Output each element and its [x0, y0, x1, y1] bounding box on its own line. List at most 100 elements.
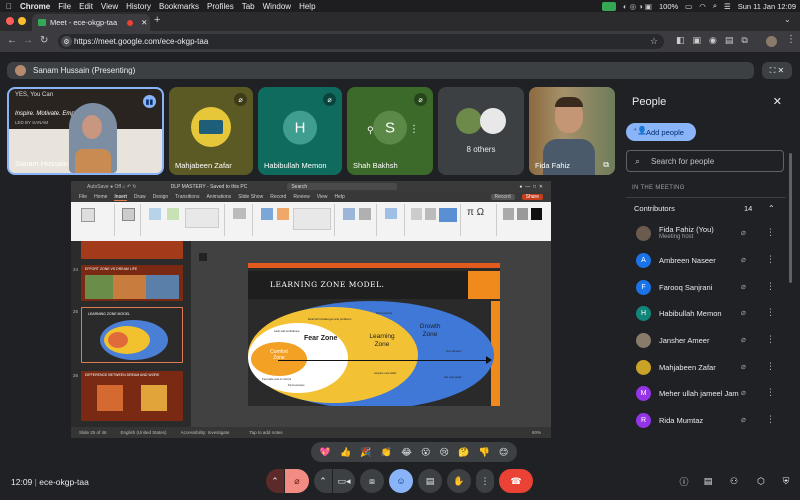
- browser-menu-icon[interactable]: ⋮: [786, 34, 796, 45]
- participant-tile-habibullah[interactable]: H ⌀ Habibullah Memon: [258, 87, 342, 175]
- more-options-icon[interactable]: ⋮: [409, 124, 419, 135]
- current-slide[interactable]: LEARNING ZONE MODEL. Comfort Zone Fear Z…: [248, 263, 500, 406]
- leave-call-button[interactable]: ☎: [499, 469, 533, 493]
- menu-view[interactable]: View: [101, 2, 118, 11]
- notes-hint[interactable]: Tap to add notes: [249, 430, 282, 435]
- menu-bookmarks[interactable]: Bookmarks: [159, 2, 199, 11]
- search-people-input[interactable]: ⌕ Search for people: [626, 150, 784, 172]
- profile-avatar[interactable]: [766, 36, 777, 47]
- ribbon-group-tables[interactable]: [117, 204, 141, 236]
- more-options-button[interactable]: ⋮: [476, 469, 494, 493]
- more-options-icon[interactable]: ⋮: [766, 227, 775, 238]
- thumbnail-26[interactable]: DIFFERENCE BETWEEN DREAM AND WORK: [81, 371, 183, 421]
- thumbnail-25-selected[interactable]: LEARNING ZONE MODEL: [81, 307, 183, 363]
- more-options-icon[interactable]: ⋮: [766, 307, 775, 318]
- thumbnail-24[interactable]: EFFORT ZONE VS DREAM LIFE: [81, 265, 183, 301]
- reaction-clap-icon[interactable]: 👏: [381, 447, 392, 457]
- ppt-menu-slideshow[interactable]: Slide Show: [238, 194, 263, 200]
- ribbon-group-images[interactable]: [143, 204, 225, 236]
- captions-button[interactable]: ▤: [418, 469, 442, 493]
- new-tab-button[interactable]: +: [154, 14, 160, 26]
- reactions-button[interactable]: ☺: [389, 469, 413, 493]
- ppt-menu-transitions[interactable]: Transitions: [175, 194, 199, 200]
- thumbnail-prev[interactable]: [81, 241, 183, 259]
- participant-tile-mahjabeen[interactable]: ⌀ Mahjabeen Zafar: [169, 87, 253, 175]
- ppt-menu-insert[interactable]: Insert: [114, 194, 127, 201]
- more-options-icon[interactable]: ⋮: [766, 414, 775, 425]
- reaction-thumbs-down-icon[interactable]: 👎: [479, 447, 490, 457]
- ribbon-group-text[interactable]: [407, 204, 461, 236]
- tab-close-icon[interactable]: ✕: [141, 18, 147, 27]
- ppt-record-button[interactable]: Record: [490, 194, 515, 200]
- participant-row[interactable]: Jansher Ameer ⌀ ⋮: [636, 328, 786, 354]
- participant-row[interactable]: A Ambreen Naseer ⌀ ⋮: [636, 248, 786, 274]
- reaction-surprised-icon[interactable]: 😮: [421, 447, 430, 457]
- apple-icon[interactable]: : [6, 2, 12, 11]
- ppt-menu-review[interactable]: Review: [293, 194, 309, 200]
- window-close-button[interactable]: [6, 17, 14, 25]
- ppt-menu-draw[interactable]: Draw: [134, 194, 146, 200]
- layout-toggle-icon[interactable]: ⛶ ✕: [762, 62, 792, 79]
- ribbon-group-media[interactable]: [499, 204, 545, 236]
- people-button[interactable]: ⚇: [724, 469, 744, 493]
- present-button[interactable]: ⧈: [360, 469, 384, 493]
- more-options-icon[interactable]: ⋮: [766, 281, 775, 292]
- others-tile[interactable]: 8 others: [438, 87, 524, 175]
- ribbon-group-comments[interactable]: [379, 204, 405, 236]
- ppt-menu-help[interactable]: Help: [334, 194, 344, 200]
- participant-tile-sanam[interactable]: YES, You Can Inspire. Motivate. Empower …: [7, 87, 164, 175]
- zoom-level[interactable]: 60%: [532, 430, 541, 435]
- accessibility-status[interactable]: Accessibility: Investigate: [181, 430, 230, 435]
- site-info-icon[interactable]: ⚙: [61, 36, 72, 47]
- ribbon-group-camera[interactable]: [227, 204, 253, 236]
- participant-tile-fida[interactable]: ⧉ Fida Fahiz: [529, 87, 615, 175]
- participant-tile-shah[interactable]: S ⚲ ⋮ ⌀ Shah Bakhsh: [347, 87, 433, 175]
- menu-history[interactable]: History: [126, 2, 151, 11]
- menubar-clock[interactable]: Sun 11 Jan 12:09: [738, 2, 796, 11]
- ribbon-group-illustrations[interactable]: [255, 204, 335, 236]
- raise-hand-button[interactable]: ✋: [447, 469, 471, 493]
- meeting-details-button[interactable]: ⓘ: [674, 469, 694, 493]
- address-bar[interactable]: ⚙ https://meet.google.com/ece-okgp-taa ☆: [58, 34, 664, 49]
- self-view-icon[interactable]: ⧉: [603, 160, 609, 170]
- participant-row[interactable]: R Rida Mumtaz ⌀ ⋮: [636, 408, 786, 434]
- ribbon-group-symbols[interactable]: π Ω: [463, 204, 497, 236]
- menu-tab[interactable]: Tab: [242, 2, 255, 11]
- contributors-header[interactable]: Contributors 14 ⌃: [626, 197, 786, 219]
- reaction-heart-icon[interactable]: 💖: [320, 447, 331, 457]
- shared-screen[interactable]: AutoSave ● Off ⌂ ↶ ↻ DLP MASTERY - Saved…: [71, 181, 551, 438]
- window-minimize-button[interactable]: [18, 17, 26, 25]
- ribbon-group-links[interactable]: [337, 204, 377, 236]
- more-options-icon[interactable]: ⋮: [766, 334, 775, 345]
- menu-edit[interactable]: Edit: [79, 2, 93, 11]
- slide-editor[interactable]: LEARNING ZONE MODEL. Comfort Zone Fear Z…: [191, 241, 551, 427]
- ppt-menu-record[interactable]: Record: [270, 194, 286, 200]
- pin-icon[interactable]: ⚲: [367, 125, 374, 136]
- chevron-up-icon[interactable]: ⌃: [768, 204, 775, 213]
- more-options-icon[interactable]: ⋮: [766, 254, 775, 265]
- ppt-menu-animations[interactable]: Animations: [206, 194, 231, 200]
- reaction-sad-icon[interactable]: 😢: [440, 447, 449, 457]
- ppt-share-button[interactable]: Share: [521, 194, 543, 200]
- reaction-skin-tone-icon[interactable]: 😊: [499, 447, 508, 457]
- ribbon-group-slides[interactable]: [75, 204, 115, 236]
- ppt-menu-home[interactable]: Home: [94, 194, 107, 200]
- back-icon[interactable]: ←: [7, 35, 17, 46]
- menu-chrome[interactable]: Chrome: [20, 2, 50, 11]
- menu-file[interactable]: File: [58, 2, 71, 11]
- control-center-icon[interactable]: ☰: [724, 2, 731, 11]
- reaction-party-icon[interactable]: 🎉: [360, 447, 371, 457]
- participant-row[interactable]: M Meher ullah jameel Jam... ⌀ ⋮: [636, 381, 786, 407]
- more-options-icon[interactable]: ⋮: [766, 387, 775, 398]
- host-controls-button[interactable]: ⛨: [776, 469, 796, 493]
- activities-button[interactable]: ⬡: [751, 469, 771, 493]
- reload-icon[interactable]: ↻: [40, 35, 48, 46]
- add-people-button[interactable]: ⁺👤 Add people: [626, 123, 696, 141]
- participant-row[interactable]: F Farooq Sanjrani ⌀ ⋮: [636, 275, 786, 301]
- audio-options-button[interactable]: ⌃: [266, 469, 284, 493]
- ppt-menu-design[interactable]: Design: [153, 194, 169, 200]
- mic-toggle-button[interactable]: ⌀: [285, 469, 309, 493]
- wifi-icon[interactable]: ◠: [699, 2, 706, 11]
- extension-icons[interactable]: ◧▣◉▤⧉: [676, 35, 756, 46]
- video-options-button[interactable]: ⌃: [314, 469, 332, 493]
